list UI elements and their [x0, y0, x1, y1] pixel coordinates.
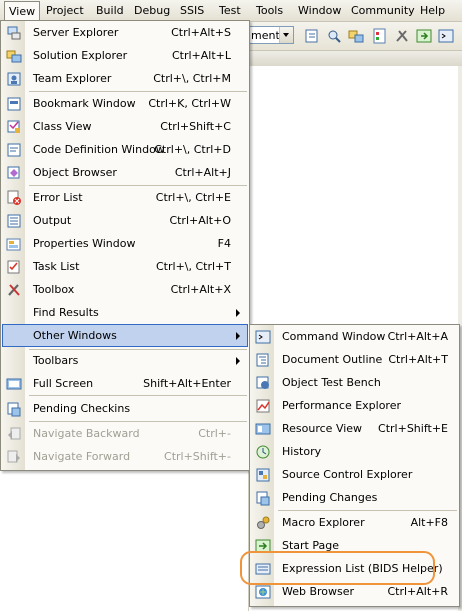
menu-view[interactable]: View [4, 1, 41, 21]
menu-item-find-results[interactable]: Find Results [2, 302, 248, 324]
menu-item-navigate-forward: Navigate Forward Ctrl+Shift+- [2, 446, 248, 468]
resource-view-icon [255, 421, 271, 437]
web-browser-icon [255, 584, 271, 600]
menu-item-navigate-backward: Navigate Backward Ctrl+- [2, 423, 248, 445]
menu-build[interactable]: Build [96, 4, 124, 18]
navigate-forward-icon [6, 449, 22, 465]
menu-item-pending-changes[interactable]: Pending Changes [251, 487, 458, 509]
menu-item-pending-checkins[interactable]: Pending Checkins [2, 398, 248, 420]
menu-community[interactable]: Community [351, 4, 415, 18]
menu-item-code-definition-window[interactable]: Code Definition Window Ctrl+\, Ctrl+D [2, 139, 248, 161]
separator [278, 510, 457, 511]
menu-item-bookmark-window[interactable]: Bookmark Window Ctrl+K, Ctrl+W [2, 93, 248, 115]
menu-test[interactable]: Test [219, 4, 241, 18]
menu-project[interactable]: Project [46, 4, 84, 18]
separator [29, 91, 247, 92]
menu-window[interactable]: Window [298, 4, 341, 18]
task-list-icon [6, 259, 22, 275]
view-menu: Server Explorer Ctrl+Alt+S Solution Expl… [0, 20, 250, 471]
separator [29, 395, 247, 396]
find-combo[interactable]: ment [246, 26, 294, 44]
menu-help[interactable]: Help [420, 4, 445, 18]
source-control-icon [255, 467, 271, 483]
pending-changes-icon [255, 490, 271, 506]
start-page-tb-icon[interactable] [416, 28, 432, 44]
properties-tb-icon[interactable] [372, 28, 388, 44]
properties-icon [6, 236, 22, 252]
menu-item-solution-explorer[interactable]: Solution Explorer Ctrl+Alt+L [2, 45, 248, 67]
menu-item-properties-window[interactable]: Properties Window F4 [2, 233, 248, 255]
highlight-ring [240, 551, 435, 585]
submenu-arrow-icon [236, 309, 240, 317]
menu-item-macro-explorer[interactable]: Macro Explorer Alt+F8 [251, 512, 458, 534]
toolbox-icon [6, 282, 22, 298]
menu-item-performance-explorer[interactable]: Performance Explorer [251, 395, 458, 417]
navigate-backward-icon [6, 426, 22, 442]
macro-explorer-icon [255, 515, 271, 531]
team-explorer-icon [6, 71, 22, 87]
output-icon [6, 213, 22, 229]
menu-ssis[interactable]: SSIS [180, 4, 204, 18]
menu-item-toolbars[interactable]: Toolbars [2, 350, 248, 372]
separator [29, 421, 247, 422]
class-view-icon [6, 119, 22, 135]
menu-item-object-test-bench[interactable]: Object Test Bench [251, 372, 458, 394]
code-definition-icon [6, 142, 22, 158]
menu-item-toolbox[interactable]: Toolbox Ctrl+Alt+X [2, 279, 248, 301]
menu-item-other-windows[interactable]: Other Windows [2, 324, 248, 347]
submenu-arrow-icon [236, 357, 240, 365]
history-icon [255, 444, 271, 460]
menu-item-server-explorer[interactable]: Server Explorer Ctrl+Alt+S [2, 22, 248, 44]
object-test-bench-icon [255, 375, 271, 391]
command-window-icon [255, 329, 271, 345]
menu-item-team-explorer[interactable]: Team Explorer Ctrl+\, Ctrl+M [2, 68, 248, 90]
menu-item-full-screen[interactable]: Full Screen Shift+Alt+Enter [2, 373, 248, 395]
menu-item-object-browser[interactable]: Object Browser Ctrl+Alt+J [2, 162, 248, 184]
menu-item-document-outline[interactable]: Document Outline Ctrl+Alt+T [251, 349, 458, 371]
menu-item-class-view[interactable]: Class View Ctrl+Shift+C [2, 116, 248, 138]
submenu-arrow-icon [236, 332, 240, 340]
menu-item-resource-view[interactable]: Resource View Ctrl+Shift+E [251, 418, 458, 440]
performance-explorer-icon [255, 398, 271, 414]
command-window-tb-icon[interactable] [438, 28, 454, 44]
menu-item-error-list[interactable]: Error List Ctrl+\, Ctrl+E [2, 187, 248, 209]
bookmark-icon [6, 96, 22, 112]
menu-item-command-window[interactable]: Command Window Ctrl+Alt+A [251, 326, 458, 348]
object-browser-icon [6, 165, 22, 181]
pending-checkins-icon [6, 401, 22, 417]
menu-item-source-control-explorer[interactable]: Source Control Explorer [251, 464, 458, 486]
menu-bar: View Project Build Debug SSIS Test Tools… [0, 0, 462, 22]
menu-item-task-list[interactable]: Task List Ctrl+\, Ctrl+T [2, 256, 248, 278]
menu-item-output[interactable]: Output Ctrl+Alt+O [2, 210, 248, 232]
find-combo-value: ment [251, 29, 280, 42]
solution-explorer-icon [6, 48, 22, 64]
combo-dropdown-icon[interactable] [279, 27, 293, 43]
error-list-icon [6, 190, 22, 206]
toolbox-tb-icon[interactable] [394, 28, 410, 44]
server-explorer-icon [6, 25, 22, 41]
menu-debug[interactable]: Debug [134, 4, 170, 18]
search-icon[interactable] [326, 28, 342, 44]
find-in-files-icon[interactable] [304, 28, 320, 44]
menu-item-history[interactable]: History [251, 441, 458, 463]
solution-explorer-tb-icon[interactable] [348, 28, 364, 44]
full-screen-icon [6, 376, 22, 392]
menu-tools[interactable]: Tools [256, 4, 283, 18]
separator [29, 185, 247, 186]
document-outline-icon [255, 352, 271, 368]
